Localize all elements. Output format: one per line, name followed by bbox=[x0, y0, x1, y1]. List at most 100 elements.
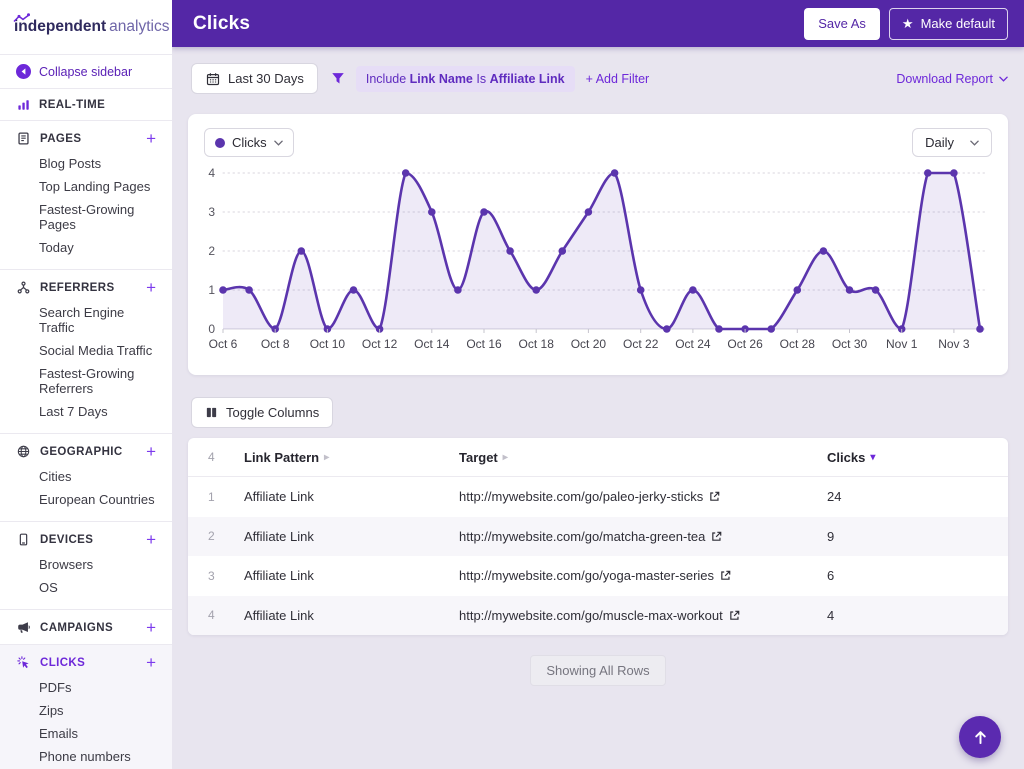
sidebar-item-geographic[interactable]: GEOGRAPHIC+ bbox=[0, 445, 172, 458]
collapse-icon bbox=[16, 64, 31, 79]
sidebar-item-today[interactable]: Today bbox=[0, 236, 172, 259]
target-url-link[interactable]: http://mywebsite.com/go/matcha-green-tea bbox=[459, 529, 827, 544]
add-report-plus-icon[interactable]: + bbox=[146, 282, 156, 294]
sidebar-item-top-landing-pages[interactable]: Top Landing Pages bbox=[0, 175, 172, 198]
section-items: Search Engine TrafficSocial Media Traffi… bbox=[0, 301, 172, 423]
target-url-text: http://mywebsite.com/go/matcha-green-tea bbox=[459, 529, 705, 544]
sidebar-item-browsers[interactable]: Browsers bbox=[0, 553, 172, 576]
clicks-cell: 4 bbox=[827, 608, 992, 623]
megaphone-icon bbox=[16, 621, 31, 634]
filter-funnel-icon[interactable] bbox=[331, 72, 345, 85]
interval-select-button[interactable]: Daily bbox=[912, 128, 992, 157]
add-report-plus-icon[interactable]: + bbox=[146, 446, 156, 458]
sidebar-item-search-engine-traffic[interactable]: Search Engine Traffic bbox=[0, 301, 172, 339]
arrow-up-icon bbox=[973, 730, 988, 745]
sidebar-item-zips[interactable]: Zips bbox=[0, 699, 172, 722]
device-icon bbox=[16, 533, 31, 546]
scroll-to-top-button[interactable] bbox=[959, 716, 1001, 758]
sidebar-item-european-countries[interactable]: European Countries bbox=[0, 488, 172, 511]
add-report-plus-icon[interactable]: + bbox=[146, 534, 156, 546]
sidebar-item-campaigns[interactable]: CAMPAIGNS+ bbox=[0, 621, 172, 634]
collapse-sidebar-button[interactable]: Collapse sidebar bbox=[0, 55, 172, 89]
svg-text:Oct 26: Oct 26 bbox=[727, 337, 763, 351]
svg-text:Oct 28: Oct 28 bbox=[780, 337, 816, 351]
add-report-plus-icon[interactable]: + bbox=[146, 657, 156, 669]
save-as-button[interactable]: Save As bbox=[804, 8, 880, 40]
sidebar-item-blog-posts[interactable]: Blog Posts bbox=[0, 152, 172, 175]
sidebar-item-clicks[interactable]: CLICKS+ bbox=[0, 656, 172, 669]
sidebar-item-cities[interactable]: Cities bbox=[0, 465, 172, 488]
link-pattern-cell: Affiliate Link bbox=[244, 489, 459, 504]
sidebar-section-referrers: REFERRERS+ Search Engine TrafficSocial Me… bbox=[0, 270, 172, 434]
section-label: GEOGRAPHIC bbox=[40, 446, 146, 458]
svg-text:Oct 24: Oct 24 bbox=[675, 337, 711, 351]
page-header: Clicks Save As ★ Make default bbox=[172, 0, 1024, 47]
showing-all-rows-button[interactable]: Showing All Rows bbox=[530, 655, 665, 686]
table-row: 2Affiliate Linkhttp://mywebsite.com/go/m… bbox=[188, 517, 1008, 557]
sidebar-item-pages[interactable]: PAGES+ bbox=[0, 132, 172, 145]
toggle-columns-button[interactable]: Toggle Columns bbox=[191, 397, 333, 428]
header-actions: Save As ★ Make default bbox=[804, 8, 1008, 40]
sort-icon: ▸ bbox=[503, 452, 508, 463]
row-number: 4 bbox=[208, 608, 244, 622]
chevron-down-icon bbox=[970, 140, 979, 146]
svg-text:Oct 16: Oct 16 bbox=[466, 337, 502, 351]
sidebar-item-last-7-days[interactable]: Last 7 Days bbox=[0, 400, 172, 423]
column-header-clicks[interactable]: Clicks▾ bbox=[827, 450, 992, 465]
make-default-label: Make default bbox=[921, 16, 995, 31]
target-url-link[interactable]: http://mywebsite.com/go/yoga-master-seri… bbox=[459, 568, 827, 583]
column-header-link-pattern[interactable]: Link Pattern▸ bbox=[244, 450, 459, 465]
sidebar-item-emails[interactable]: Emails bbox=[0, 722, 172, 745]
external-link-icon bbox=[711, 531, 722, 542]
add-report-plus-icon[interactable]: + bbox=[146, 622, 156, 634]
add-filter-link[interactable]: + Add Filter bbox=[586, 72, 650, 86]
sidebar-item-fastest-growing-referrers[interactable]: Fastest-Growing Referrers bbox=[0, 362, 172, 400]
sidebar-item-referrers[interactable]: REFERRERS+ bbox=[0, 281, 172, 294]
brand-logo[interactable]: independentanalytics bbox=[0, 0, 172, 55]
sidebar-item-social-media-traffic[interactable]: Social Media Traffic bbox=[0, 339, 172, 362]
svg-text:Oct 10: Oct 10 bbox=[310, 337, 346, 351]
target-url-text: http://mywebsite.com/go/paleo-jerky-stic… bbox=[459, 489, 703, 504]
app-root: independentanalytics Collapse sidebar RE… bbox=[0, 0, 1024, 769]
sidebar-sections: PAGES+Blog PostsTop Landing PagesFastest… bbox=[0, 121, 172, 769]
target-url-link[interactable]: http://mywebsite.com/go/muscle-max-worko… bbox=[459, 608, 827, 623]
section-items: CitiesEuropean Countries bbox=[0, 465, 172, 511]
clicks-cell: 9 bbox=[827, 529, 992, 544]
section-items: BrowsersOS bbox=[0, 553, 172, 599]
target-url-text: http://mywebsite.com/go/muscle-max-worko… bbox=[459, 608, 723, 623]
table-footer: Showing All Rows bbox=[172, 655, 1024, 686]
external-link-icon bbox=[709, 491, 720, 502]
sidebar-item-os[interactable]: OS bbox=[0, 576, 172, 599]
filter-field: Link Name bbox=[410, 72, 473, 86]
svg-text:4: 4 bbox=[208, 166, 215, 180]
link-pattern-cell: Affiliate Link bbox=[244, 529, 459, 544]
section-label: PAGES bbox=[40, 133, 146, 145]
column-header-target[interactable]: Target▸ bbox=[459, 450, 827, 465]
sidebar-section-geographic: GEOGRAPHIC+ CitiesEuropean Countries bbox=[0, 434, 172, 522]
row-number: 1 bbox=[208, 490, 244, 504]
sidebar-item-fastest-growing-pages[interactable]: Fastest-Growing Pages bbox=[0, 198, 172, 236]
clicks-line-chart: 01234Oct 6Oct 8Oct 10Oct 12Oct 14Oct 16O… bbox=[204, 163, 992, 369]
make-default-button[interactable]: ★ Make default bbox=[889, 8, 1008, 40]
sort-icon: ▸ bbox=[324, 452, 329, 463]
chart-card: Clicks Daily 01234Oct 6Oct 8Oct 10Oct 12… bbox=[188, 114, 1008, 375]
target-url-text: http://mywebsite.com/go/yoga-master-seri… bbox=[459, 568, 714, 583]
svg-text:2: 2 bbox=[208, 244, 215, 258]
sidebar-item-realtime[interactable]: REAL-TIME bbox=[0, 89, 172, 121]
sidebar-item-devices[interactable]: DEVICES+ bbox=[0, 533, 172, 546]
filter-operator: Is bbox=[476, 72, 486, 86]
add-report-plus-icon[interactable]: + bbox=[146, 133, 156, 145]
table-header-row: 4 Link Pattern▸ Target▸ Clicks▾ bbox=[188, 438, 1008, 477]
download-report-link[interactable]: Download Report bbox=[896, 72, 1008, 86]
svg-text:Oct 8: Oct 8 bbox=[261, 337, 290, 351]
target-url-link[interactable]: http://mywebsite.com/go/paleo-jerky-stic… bbox=[459, 489, 827, 504]
table-row: 3Affiliate Linkhttp://mywebsite.com/go/y… bbox=[188, 556, 1008, 596]
sidebar-item-pdfs[interactable]: PDFs bbox=[0, 676, 172, 699]
active-filter-pill[interactable]: Include Link Name Is Affiliate Link bbox=[356, 66, 575, 92]
star-icon: ★ bbox=[902, 16, 914, 32]
date-range-button[interactable]: Last 30 Days bbox=[191, 63, 318, 94]
date-range-label: Last 30 Days bbox=[228, 71, 304, 86]
sidebar-item-phone-numbers[interactable]: Phone numbers bbox=[0, 745, 172, 768]
metric-select-button[interactable]: Clicks bbox=[204, 128, 294, 157]
table-row: 1Affiliate Linkhttp://mywebsite.com/go/p… bbox=[188, 477, 1008, 517]
